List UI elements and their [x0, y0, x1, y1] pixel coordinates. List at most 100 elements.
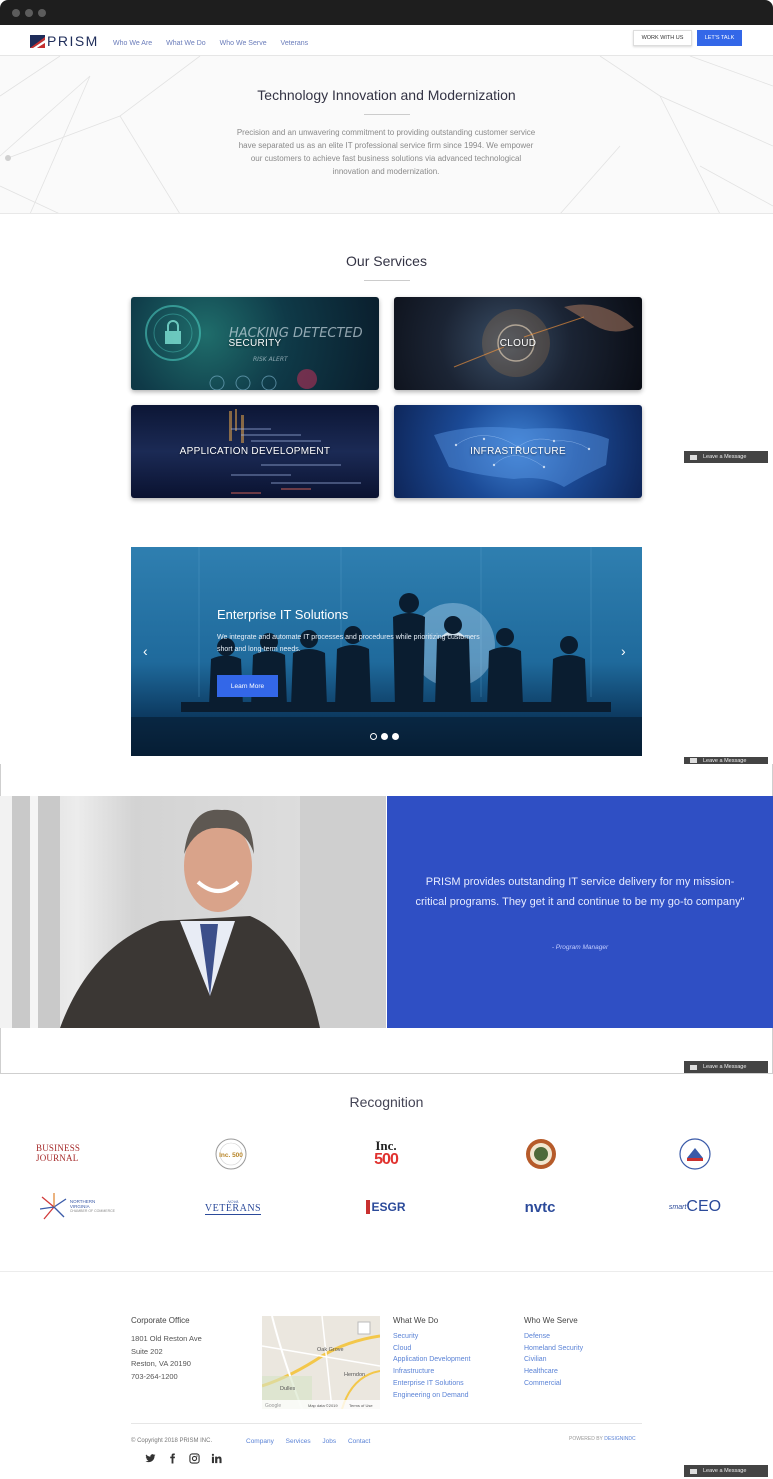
footer-link-civilian[interactable]: Civilian	[524, 1354, 583, 1366]
recognition-title: Recognition	[349, 1094, 424, 1110]
testimonial-photo	[0, 796, 386, 1028]
svg-text:Inc. 500: Inc. 500	[219, 1152, 243, 1159]
nav-link-what-we-do[interactable]: What We Do	[166, 40, 206, 47]
carousel-text: We integrate and automate IT processes a…	[217, 634, 480, 653]
envelope-icon	[690, 758, 697, 763]
footer-link-app-dev[interactable]: Application Development	[393, 1354, 470, 1366]
carousel-title: Enterprise IT Solutions	[217, 607, 349, 622]
footer-divider	[131, 1423, 642, 1424]
carousel-dot[interactable]	[392, 733, 399, 740]
service-card-security[interactable]: HACKING DETECTED RISK ALERT SECURITY	[131, 297, 379, 390]
smartceo-logo: smart CEO	[668, 1198, 722, 1215]
envelope-icon	[690, 454, 697, 460]
leave-message-tab[interactable]: Leave a Message	[684, 1465, 768, 1477]
twitter-icon[interactable]	[145, 1453, 156, 1464]
hero-section: Technology Innovation and Modernization …	[0, 56, 773, 214]
corporate-office-heading: Corporate Office	[131, 1316, 190, 1325]
svg-text:Map data ©2019: Map data ©2019	[308, 1403, 338, 1408]
nonprofit-seal-logo	[678, 1137, 712, 1171]
powered-by: POWERED BY DESIGNINDC	[569, 1436, 636, 1442]
designindc-link[interactable]: DESIGNINDC	[604, 1436, 635, 1442]
leave-message-tab[interactable]: Leave a Message	[684, 451, 768, 463]
map-tiles: Oak Grove Herndon Dulles Google Map data…	[262, 1316, 380, 1409]
carousel-prev-icon[interactable]: ‹	[143, 643, 148, 659]
carousel-dot[interactable]	[381, 733, 388, 740]
svg-text:Oak Grove: Oak Grove	[317, 1347, 344, 1353]
phone-number[interactable]: 703-264-1200	[131, 1371, 202, 1384]
footer-link-defense[interactable]: Defense	[524, 1331, 583, 1343]
esgr-logo: ESGR	[362, 1194, 410, 1220]
divider	[364, 114, 410, 115]
footer-nav: Company Services Jobs Contact	[246, 1438, 380, 1445]
carousel-next-icon[interactable]: ›	[621, 643, 626, 659]
what-we-do-links: Security Cloud Application Development I…	[393, 1331, 470, 1401]
work-with-us-button[interactable]: WORK WITH US	[633, 30, 692, 46]
footer-link-commercial[interactable]: Commercial	[524, 1378, 583, 1390]
inc500-badge-logo: Inc. 500	[213, 1136, 249, 1172]
service-card-app-development[interactable]: APPLICATION DEVELOPMENT	[131, 405, 379, 498]
what-we-do-heading: What We Do	[393, 1316, 439, 1325]
testimonial-quote: PRISM provides outstanding IT service de…	[415, 876, 745, 908]
service-card-label: INFRASTRUCTURE	[470, 446, 566, 457]
instagram-icon[interactable]	[189, 1453, 200, 1464]
svg-text:Google: Google	[265, 1403, 281, 1409]
service-card-cloud[interactable]: CLOUD	[394, 297, 642, 390]
prism-logo[interactable]: PRISM	[30, 33, 99, 49]
seal-icon	[679, 1138, 711, 1170]
northern-virginia-chamber-logo: NORTHERN VIRGINIA CHAMBER OF COMMERCE	[40, 1191, 116, 1223]
brand-name: PRISM	[47, 33, 99, 49]
footer-link-jobs[interactable]: Jobs	[322, 1438, 336, 1445]
footer-link-healthcare[interactable]: Healthcare	[524, 1366, 583, 1378]
svg-text:Terms of Use: Terms of Use	[349, 1403, 373, 1408]
office-map[interactable]: Oak Grove Herndon Dulles Google Map data…	[262, 1316, 380, 1409]
services-title: Our Services	[346, 253, 427, 269]
copyright: © Copyright 2018 PRISM INC.	[131, 1438, 213, 1444]
nav-link-veterans[interactable]: Veterans	[281, 40, 309, 47]
svg-text:Herndon: Herndon	[344, 1372, 365, 1378]
footer-divider	[0, 1271, 773, 1272]
footer-link-services[interactable]: Services	[286, 1438, 311, 1445]
service-card-label: APPLICATION DEVELOPMENT	[179, 446, 331, 457]
footer-link-security[interactable]: Security	[393, 1331, 470, 1343]
linkedin-icon[interactable]	[211, 1453, 222, 1464]
footer-link-homeland[interactable]: Homeland Security	[524, 1343, 583, 1355]
who-we-serve-heading: Who We Serve	[524, 1316, 578, 1325]
testimonial-quote-panel: PRISM provides outstanding IT service de…	[387, 796, 773, 1028]
footer-link-engineering[interactable]: Engineering on Demand	[393, 1390, 470, 1402]
inc500-logo: Inc. 500	[374, 1137, 399, 1168]
service-card-label: SECURITY	[228, 338, 282, 349]
leave-message-tab[interactable]: Leave a Message	[684, 757, 768, 764]
flag-icon	[30, 34, 45, 48]
hero-description: Precision and an unwavering commitment t…	[236, 128, 536, 176]
learn-more-button[interactable]: Learn More	[217, 675, 278, 697]
divider	[364, 280, 410, 281]
nav-link-who-we-are[interactable]: Who We Are	[113, 40, 152, 47]
footer-link-infrastructure[interactable]: Infrastructure	[393, 1366, 470, 1378]
office-address: 1801 Old Reston Ave Suite 202 Reston, VA…	[131, 1333, 202, 1383]
hero-title: Technology Innovation and Modernization	[257, 87, 516, 103]
seal-icon	[526, 1139, 556, 1169]
footer-link-cloud[interactable]: Cloud	[393, 1343, 470, 1355]
lets-talk-button[interactable]: LET'S TALK	[697, 30, 742, 46]
window-dot[interactable]	[38, 9, 46, 17]
facebook-icon[interactable]	[167, 1453, 178, 1464]
footer-link-enterprise[interactable]: Enterprise IT Solutions	[393, 1378, 470, 1390]
footer-link-company[interactable]: Company	[246, 1438, 274, 1445]
browser-titlebar	[0, 0, 773, 25]
service-card-label: CLOUD	[499, 338, 537, 349]
carousel-dot[interactable]	[370, 733, 377, 740]
inc500-badge: Inc. 500	[215, 1138, 247, 1170]
service-card-infrastructure[interactable]: INFRASTRUCTURE	[394, 405, 642, 498]
starburst-icon	[40, 1193, 67, 1220]
window-dot[interactable]	[12, 9, 20, 17]
testimonial-author: - Program Manager	[551, 944, 609, 951]
window-dot[interactable]	[25, 9, 33, 17]
washington-business-journal-logo: BUSINESS JOURNAL	[36, 1143, 81, 1163]
social-links	[145, 1453, 222, 1464]
footer-link-contact[interactable]: Contact	[348, 1438, 370, 1445]
state-seal-logo	[524, 1137, 558, 1171]
nav-link-who-we-serve[interactable]: Who We Serve	[220, 40, 267, 47]
nova-veterans-logo: NOVA VETERANS	[204, 1198, 262, 1215]
carousel-indicators	[370, 733, 399, 740]
envelope-icon	[690, 1468, 697, 1474]
